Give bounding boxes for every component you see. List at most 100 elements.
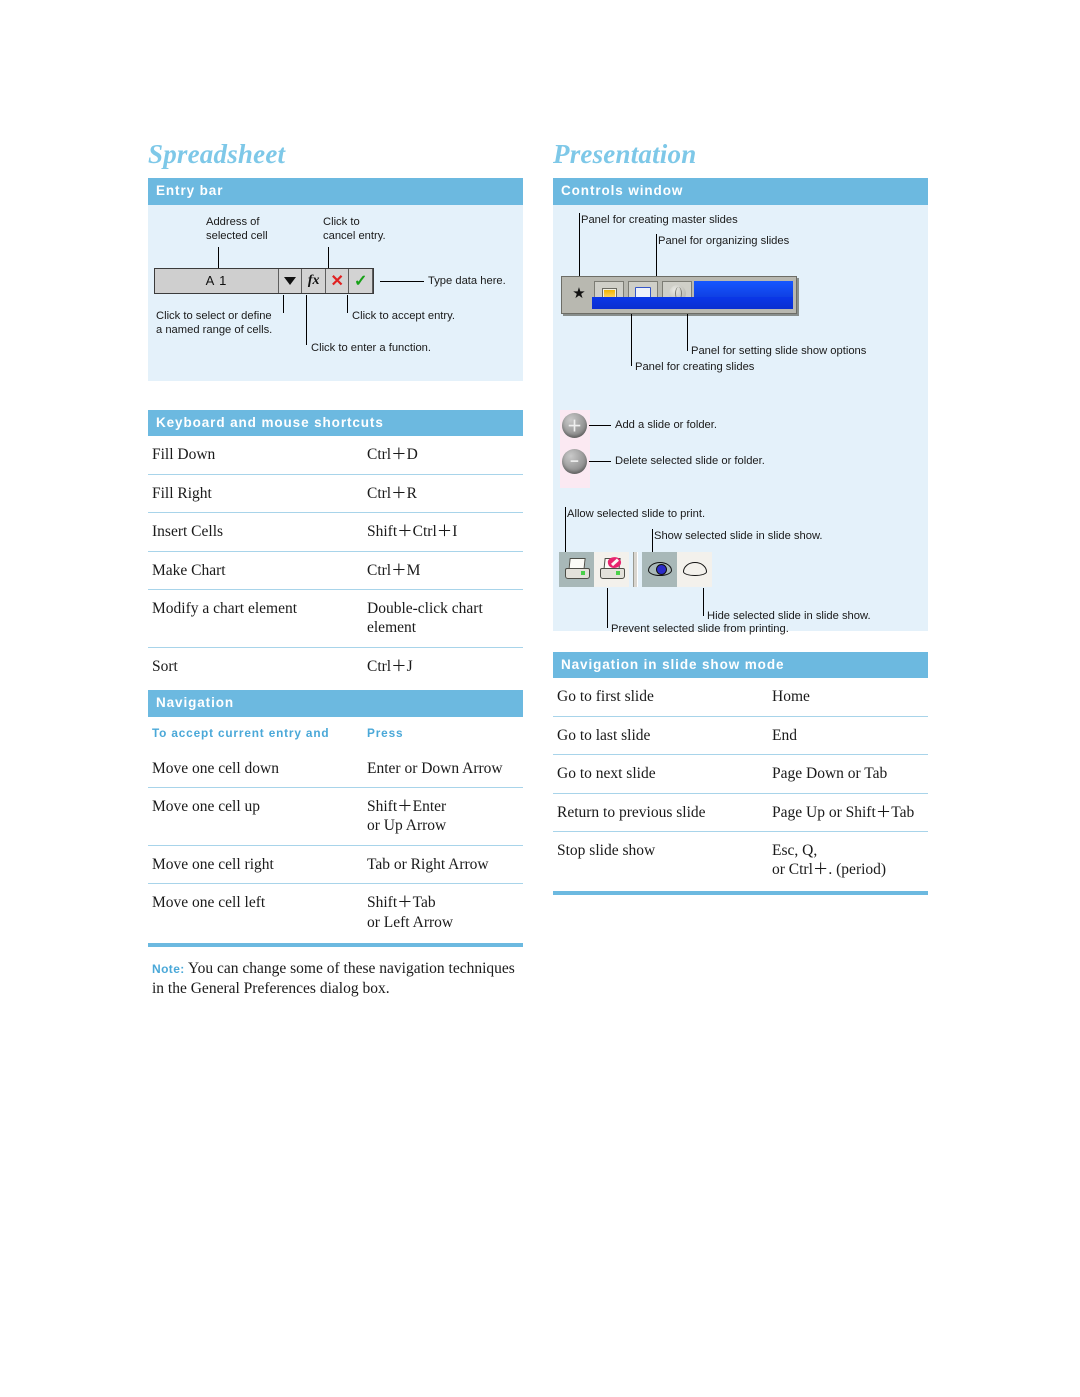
table-row: Move one cell left Shift＋Tab or Left Arro… [148, 883, 523, 941]
callout-show-slide: Show selected slide in slide show. [654, 529, 823, 542]
nav-action: Go to last slide [553, 715, 772, 755]
callout-named-range: Click to select or define a named range … [156, 309, 273, 337]
nav-keys: Enter or Down Arrow [367, 759, 503, 777]
caret-down-icon[interactable] [278, 268, 303, 293]
callout-creating-slides: Panel for creating slides [635, 360, 755, 373]
table-row: Fill Down Ctrl＋D [148, 436, 523, 474]
section-header-keyboard-shortcuts: Keyboard and mouse shortcuts [148, 409, 523, 437]
leader-line-show-slide [652, 528, 653, 553]
page-title-presentation: Presentation [553, 139, 697, 169]
nav-keys: Page Down or Tab [772, 754, 928, 794]
shortcut-action: Fill Right [148, 473, 367, 513]
add-slide-button[interactable]: ＋ [562, 412, 587, 438]
nav-keys: End [772, 715, 928, 755]
shortcut-action: Insert Cells [148, 512, 367, 552]
table-row: Stop slide show Esc, Q, or Ctrl＋. (period… [553, 830, 928, 889]
shortcut-keys: Ctrl＋J [367, 646, 523, 686]
shortcut-action: Modify a chart element [148, 588, 367, 648]
callout-allow-print: Allow selected slide to print. [567, 507, 706, 520]
function-icon[interactable]: fx [302, 268, 326, 293]
keyboard-shortcuts-table: Fill Down Ctrl＋D Fill Right Ctrl＋R Insert … [148, 436, 523, 686]
leader-line-function [306, 294, 307, 345]
leader-line-show-options [687, 313, 688, 351]
section-header-slideshow-navigation: Navigation in slide show mode [553, 651, 928, 679]
entry-bar-widget[interactable]: A 1 fx ✕ ✓ [154, 267, 374, 294]
section-header-entry-bar: Entry bar [148, 177, 523, 205]
table-row: Sort Ctrl＋J [148, 646, 523, 686]
table-row: Move one cell right Tab or Right Arrow [148, 844, 523, 884]
table-row: Fill Right Ctrl＋R [148, 473, 523, 513]
navigation-table-bottom-rule [148, 942, 523, 947]
table-row: Move one cell up Shift＋Enter or Up Arrow [148, 787, 523, 846]
slideshow-table-bottom-rule [553, 890, 928, 895]
leader-line-prevent-print [607, 587, 608, 628]
nav-action: Go to first slide [557, 688, 654, 706]
shortcut-action: Fill Down [152, 446, 216, 464]
shortcut-action: Make Chart [148, 550, 367, 590]
accept-entry-icon[interactable]: ✓ [349, 268, 373, 293]
callout-enter-function: Click to enter a function. [311, 341, 432, 354]
shortcut-keys: Shift＋Ctrl＋I [367, 512, 523, 552]
shortcut-keys: Ctrl＋M [367, 550, 523, 590]
nav-action: Return to previous slide [553, 792, 772, 832]
callout-slide-show-options: Panel for setting slide show options [691, 344, 867, 357]
leader-line-accept [347, 294, 348, 313]
nav-action: Go to next slide [553, 754, 772, 794]
callout-accept-entry: Click to accept entry. [352, 309, 456, 322]
nav-keys: Home [772, 688, 810, 706]
callout-add-slide: Add a slide or folder. [615, 418, 717, 431]
callout-address-of-selected-cell: Address of selected cell [206, 215, 268, 243]
callout-type-data-here: Type data here. [428, 274, 506, 287]
printer-icon [564, 558, 590, 580]
leader-line-allow-print [565, 506, 566, 553]
hide-slide-button[interactable] [677, 551, 712, 587]
callout-master-slides: Panel for creating master slides [581, 213, 738, 226]
column-header-action: To accept current entry and [152, 725, 330, 740]
toolbar-divider [633, 551, 638, 587]
table-row: Move one cell down Enter or Down Arrow [148, 750, 523, 788]
table-row: Insert Cells Shift＋Ctrl＋I [148, 512, 523, 552]
plus-icon: ＋ [566, 417, 582, 435]
nav-action: Move one cell left [148, 883, 367, 941]
controls-window-widget[interactable]: ★ [561, 275, 797, 314]
minus-icon: − [570, 452, 579, 470]
nav-action: Move one cell down [152, 759, 279, 777]
cancel-entry-icon[interactable]: ✕ [325, 268, 350, 293]
delete-slide-button[interactable]: − [562, 448, 587, 474]
printer-blocked-icon [599, 555, 625, 580]
nav-keys: Tab or Right Arrow [367, 844, 523, 884]
leader-line-hide-slide [703, 587, 704, 616]
table-row: Modify a chart element Double-click chart… [148, 588, 523, 648]
note-block: Note: You can change some of these navig… [148, 959, 524, 999]
table-header-row: To accept current entry and Press [148, 717, 523, 750]
show-slide-button[interactable] [642, 551, 677, 587]
star-icon[interactable]: ★ [566, 282, 592, 306]
leader-line-delete [589, 460, 611, 462]
note-label: Note: [152, 961, 185, 976]
prevent-print-button[interactable] [594, 551, 629, 587]
eye-closed-icon [682, 562, 707, 577]
table-row: Return to previous slide Page Up or Shift… [553, 792, 928, 832]
shortcut-keys: Ctrl＋D [367, 446, 418, 464]
callout-cancel-entry: Click to cancel entry. [323, 215, 386, 243]
controls-window-illustration-panel: Panel for creating master slides Panel f… [553, 204, 928, 635]
nav-keys: Shift＋Enter or Up Arrow [367, 787, 523, 846]
allow-print-button[interactable] [559, 551, 594, 587]
nav-keys: Esc, Q, or Ctrl＋. (period) [772, 830, 928, 889]
quick-reference-page: Spreadsheet Entry bar Address of selecte… [0, 0, 1080, 1397]
cell-address-field[interactable]: A 1 [155, 268, 279, 293]
callout-delete-slide: Delete selected slide or folder. [615, 454, 765, 467]
leader-line-master-slides [579, 212, 580, 283]
shortcut-keys: Ctrl＋R [367, 473, 523, 513]
table-row: Go to first slide Home [553, 678, 928, 716]
entry-bar-illustration-panel: Address of selected cell Click to cancel… [148, 204, 523, 381]
shortcut-action: Sort [148, 646, 367, 686]
nav-keys: Shift＋Tab or Left Arrow [367, 883, 523, 941]
slide-visibility-toolbar[interactable] [559, 551, 712, 587]
leader-line-add [589, 424, 611, 426]
nav-keys: Page Up or Shift＋Tab [772, 792, 928, 832]
leader-line-creating-slides [631, 313, 632, 366]
table-row: Go to last slide End [553, 715, 928, 755]
callout-prevent-print: Prevent selected slide from printing. [611, 622, 789, 635]
navigation-table: To accept current entry and Press Move o… [148, 717, 523, 941]
